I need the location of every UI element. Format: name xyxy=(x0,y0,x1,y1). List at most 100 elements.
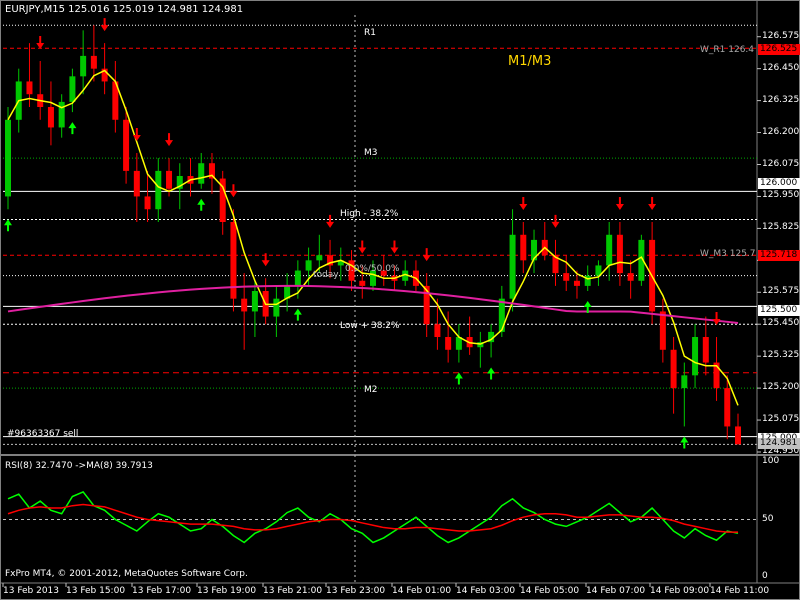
buy-arrow-icon xyxy=(293,308,302,321)
candle-body xyxy=(616,234,623,274)
price-tick-label: 125.075 xyxy=(762,414,800,425)
candle-body xyxy=(692,337,699,376)
candle-body xyxy=(47,107,54,128)
sell-arrow-icon xyxy=(712,312,721,325)
rsi-tick-label: 100 xyxy=(762,456,780,466)
candle-body xyxy=(305,260,312,271)
rsi-title: RSI(8) 32.7470 ->MA(8) 39.7913 xyxy=(5,461,153,471)
chart-canvas[interactable] xyxy=(0,0,800,600)
sell-arrow-icon xyxy=(326,214,335,228)
level-low-382: Low + 38.2% xyxy=(340,321,400,331)
sell-arrow-icon xyxy=(358,240,367,254)
candle-body xyxy=(241,298,248,312)
candle-body xyxy=(670,349,677,389)
sell-arrow-icon xyxy=(422,248,431,262)
buy-arrow-icon xyxy=(487,367,496,380)
sell-arrow-icon xyxy=(390,240,399,254)
time-tick-label: 14 Feb 07:00 xyxy=(586,586,646,596)
time-tick-label: 14 Feb 05:00 xyxy=(520,586,580,596)
candle-body xyxy=(359,280,366,286)
sell-arrow-icon xyxy=(36,36,45,49)
time-tick-label: 14 Feb 03:00 xyxy=(456,586,516,596)
candle-body xyxy=(273,298,280,317)
sell-arrow-icon xyxy=(100,18,109,32)
candle-body xyxy=(627,273,634,281)
rsi-line xyxy=(7,490,739,544)
candle-body xyxy=(498,298,505,332)
candle-body xyxy=(294,270,301,286)
symbol-info: EURJPY,M15 125.016 125.019 124.981 124.9… xyxy=(5,4,244,15)
level-m2: M2 xyxy=(364,385,378,395)
candle-body xyxy=(316,255,323,261)
sell-arrow-icon xyxy=(551,214,560,228)
candle-body xyxy=(123,119,130,171)
buy-arrow-icon xyxy=(680,436,689,449)
sell-arrow-icon xyxy=(648,197,657,210)
price-marker-box: 126.525 xyxy=(758,43,800,55)
rsi-ma-line xyxy=(7,503,738,533)
candle-body xyxy=(90,55,97,69)
time-tick-label: 13 Feb 21:00 xyxy=(263,586,323,596)
candle-body xyxy=(702,337,709,363)
candle-body xyxy=(434,324,441,337)
candle-body xyxy=(69,76,76,102)
rsi-tick-label: 0 xyxy=(762,571,768,581)
time-tick-label: 14 Feb 11:00 xyxy=(710,586,770,596)
pivot-curve xyxy=(7,284,739,324)
candle-body xyxy=(26,81,33,95)
candle-body xyxy=(659,311,666,350)
candle-body xyxy=(724,388,731,427)
level-w-r1: W_R1 126.4 xyxy=(700,45,755,55)
sell-arrow-icon xyxy=(229,184,238,198)
price-tick-label: 126.200 xyxy=(762,126,800,137)
metatrader-chart-window: EURJPY,M15 125.016 125.019 124.981 124.9… xyxy=(0,0,800,600)
price-tick-label: 125.825 xyxy=(762,222,800,233)
sell-arrow-icon xyxy=(615,197,624,210)
price-tick-label: 125.200 xyxy=(762,382,800,393)
candle-body xyxy=(198,163,205,184)
price-marker-box: 126.000 xyxy=(758,177,800,189)
buy-arrow-icon xyxy=(4,219,12,232)
rsi-tick-label: 50 xyxy=(762,513,774,524)
time-tick-label: 13 Feb 15:00 xyxy=(66,586,126,596)
level-r1: R1 xyxy=(364,28,376,38)
candle-body xyxy=(735,426,741,445)
moving-average-line xyxy=(7,69,739,406)
price-marker-box: 125.718 xyxy=(758,249,800,261)
candle-body xyxy=(133,170,140,197)
candle-body xyxy=(520,234,527,261)
buy-arrow-icon xyxy=(197,198,206,211)
candle-body xyxy=(563,273,570,281)
candle-body xyxy=(144,196,151,210)
time-tick-label: 14 Feb 09:00 xyxy=(650,586,710,596)
time-tick-label: 14 Feb 01:00 xyxy=(392,586,452,596)
buy-arrow-icon xyxy=(454,372,463,385)
price-tick-label: 125.575 xyxy=(762,286,800,297)
price-tick-label: 126.325 xyxy=(762,94,800,105)
price-tick-label: 125.950 xyxy=(762,190,800,201)
time-tick-label: 13 Feb 19:00 xyxy=(197,586,257,596)
candle-body xyxy=(251,291,258,312)
level-w-m3: W_M3 125.7 xyxy=(700,249,756,259)
price-tick-label: 125.450 xyxy=(762,318,800,329)
level-m3: M3 xyxy=(364,148,378,158)
candle-body xyxy=(80,55,87,77)
footer-copyright: FxPro MT4, © 2001-2012, MetaQuotes Softw… xyxy=(5,569,248,579)
price-marker-box: 125.500 xyxy=(758,305,800,317)
level-today: today xyxy=(313,270,339,280)
price-tick-label: 126.450 xyxy=(762,62,800,73)
level-high-382: High - 38.2% xyxy=(340,209,399,219)
price-tick-label: 125.325 xyxy=(762,350,800,361)
level-overlap: 0.0%/50.0% xyxy=(345,264,400,274)
candle-body xyxy=(5,119,11,197)
time-tick-label: 13 Feb 2013 xyxy=(3,586,60,596)
candle-body xyxy=(509,234,516,299)
price-marker-box: 124.981 xyxy=(758,438,800,450)
candle-body xyxy=(681,375,688,389)
candle-body xyxy=(423,285,430,325)
time-tick-label: 13 Feb 17:00 xyxy=(132,586,192,596)
candle-body xyxy=(606,234,613,266)
window-border xyxy=(0,0,800,600)
sell-arrow-icon xyxy=(165,133,174,147)
candle-body xyxy=(155,170,162,210)
